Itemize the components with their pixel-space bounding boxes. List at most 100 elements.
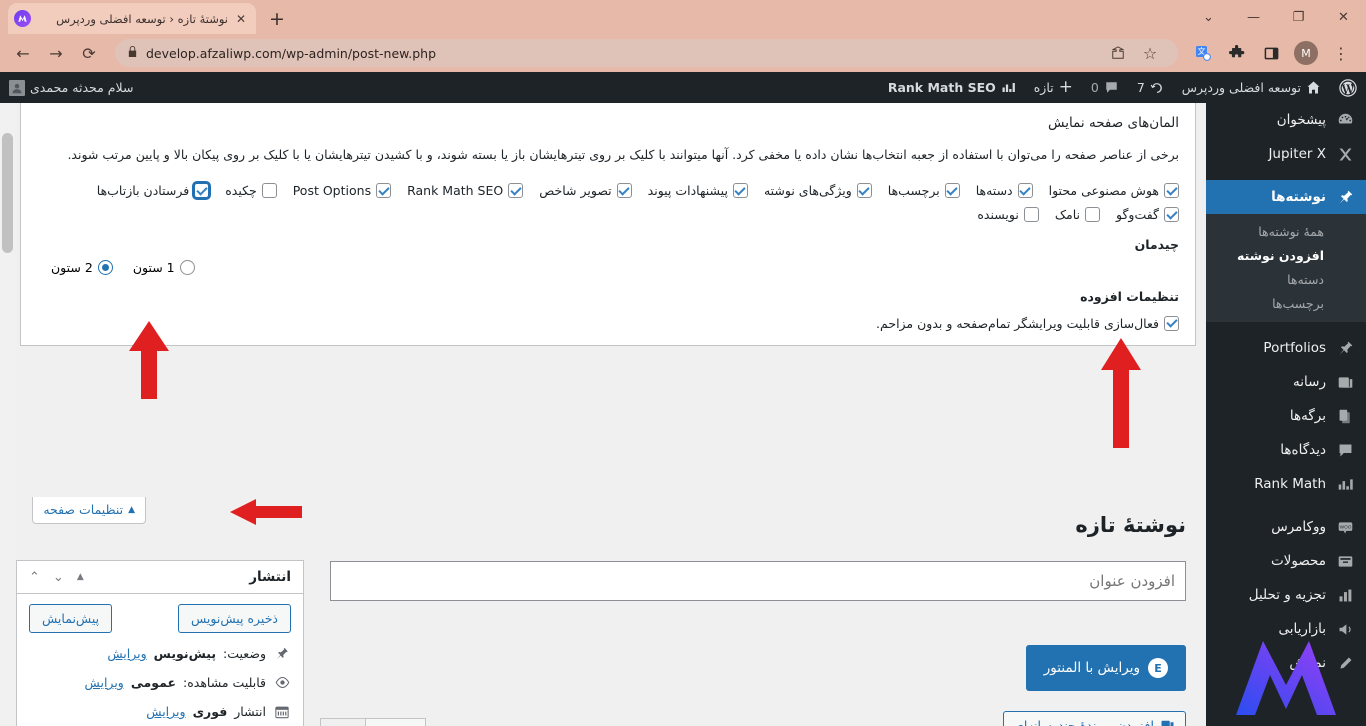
forward-icon[interactable]: → [41,38,71,68]
screen-option-1-label[interactable]: دسته‌ها [976,183,1033,198]
screen-option-5-label[interactable]: تصویر شاخص [539,183,632,198]
back-icon[interactable]: ← [8,38,38,68]
layout-option-1[interactable]: 2 ستون [51,260,113,275]
submenu-item-all-posts[interactable]: همهٔ نوشته‌ها [1206,220,1366,244]
maximize-window-button[interactable]: ❐ [1276,0,1321,34]
screen-option-9-checkbox[interactable] [194,183,210,198]
address-bar[interactable]: develop.afzaliwp.com/wp-admin/post-new.p… [115,39,1178,67]
sidebar-item-dashboard[interactable]: پیشخوان [1206,103,1366,137]
sidebar-item-appearance[interactable]: نمایش [1206,646,1366,680]
site-name-menu[interactable]: توسعه افضلی وردپرس [1173,72,1330,103]
move-up-icon[interactable]: ▲ [77,572,84,582]
sidebar-item-jupiter-x[interactable]: Jupiter X [1206,137,1366,171]
sidebar-item-woocommerce[interactable]: WOO ووکامرس [1206,510,1366,544]
edit-status-link[interactable]: ویرایش [107,646,146,661]
wordpress-logo-menu[interactable] [1330,72,1366,103]
post-status-value: پیش‌نویس [153,646,217,661]
edit-schedule-link[interactable]: ویرایش [146,704,185,719]
submenu-item-tags[interactable]: برچسب‌ها [1206,292,1366,316]
screen-option-b-2-label[interactable]: نویسنده [977,207,1039,222]
screen-option-1-checkbox[interactable] [1017,183,1033,198]
screen-option-b-0-label[interactable]: گفت‌وگو [1116,207,1179,222]
screen-option-b-0-checkbox[interactable] [1164,207,1179,222]
woocommerce-icon: WOO [1335,517,1355,537]
new-content-menu[interactable]: + تازه [1025,72,1082,103]
translate-icon[interactable]: 文 [1188,38,1218,68]
screen-option-4-checkbox[interactable] [732,183,748,198]
sidebar-item-rank-math[interactable]: Rank Math [1206,467,1366,501]
tab-visual-editor[interactable]: دیداری [364,718,426,726]
tab-search-chevron-icon[interactable]: ⌄ [1186,0,1231,34]
sidebar-item-media[interactable]: رسانه [1206,365,1366,399]
screen-option-b-1-label[interactable]: نامک [1055,207,1100,222]
tab-text-editor[interactable]: متن [320,718,366,726]
sidebar-item-comments[interactable]: دیدگاه‌ها [1206,433,1366,467]
layout-option-0[interactable]: 1 ستون [133,260,195,275]
bookmark-star-icon[interactable]: ☆ [1135,38,1165,68]
screen-option-4-label[interactable]: پیشنهادات پیوند [648,183,748,198]
toggle-panel-icon[interactable]: ⌃ [29,570,40,585]
browser-tab-title: نوشتهٔ تازه ‹ توسعه افضلی وردپرس [56,11,228,26]
sidebar-item-analytics[interactable]: تجزیه و تحلیل [1206,578,1366,612]
edit-with-elementor-button[interactable]: E ویرایش با المنتور [1025,645,1186,691]
reload-icon[interactable]: ⟳ [74,38,104,68]
screen-option-0-label[interactable]: هوش مصنوعی محتوا [1049,183,1179,198]
submenu-item-categories[interactable]: دسته‌ها [1206,268,1366,292]
layout-radio-1[interactable] [97,260,113,275]
screen-option-6-label[interactable]: Rank Math SEO [407,183,524,198]
comment-bubble-icon [1106,82,1117,93]
move-down-icon[interactable]: ⌄ [53,570,64,585]
new-tab-button[interactable]: + [264,6,290,32]
screen-options-boxes-row-1: هوش مصنوعی محتوا دسته‌ها برچسب‌ها ویژگی‌های… [37,183,1179,207]
screen-option-9-label[interactable]: فرستادن بازتاب‌ها [96,183,210,198]
rank-math-menu[interactable]: Rank Math SEO [879,72,1025,103]
screen-option-b-1-checkbox[interactable] [1085,207,1100,222]
submenu-item-add-post[interactable]: افزودن نوشته [1206,244,1366,268]
comments-menu[interactable]: 0 [1082,72,1128,103]
minimize-window-button[interactable]: — [1231,0,1276,34]
screen-option-6-checkbox[interactable] [508,183,524,198]
screen-option-8-checkbox[interactable] [261,183,277,198]
preview-button[interactable]: پیش‌نمایش [29,604,113,633]
close-tab-icon[interactable]: ✕ [232,10,250,28]
rankmath-icon [1002,83,1015,92]
screen-option-5-checkbox[interactable] [616,183,632,198]
screen-option-b-2-checkbox[interactable] [1023,207,1039,222]
browser-menu-icon[interactable]: ⋮ [1326,38,1356,68]
side-panel-icon[interactable] [1256,38,1286,68]
extensions-puzzle-icon[interactable] [1222,38,1252,68]
admin-bar-left-group: سلام محدثه محمدی [0,72,142,103]
screen-option-2-label[interactable]: برچسب‌ها [888,183,960,198]
screen-option-3-checkbox[interactable] [856,183,872,198]
sidebar-item-portfolios[interactable]: Portfolios [1206,331,1366,365]
screen-option-8-label[interactable]: چکیده [225,183,277,198]
add-media-button[interactable]: افزودن پروندهٔ چندرسانه‌ای [1003,711,1186,726]
close-window-button[interactable]: ✕ [1321,0,1366,34]
sidebar-item-marketing[interactable]: بازاریابی [1206,612,1366,646]
sidebar-item-posts[interactable]: نوشته‌ها [1206,180,1366,214]
save-draft-button[interactable]: ذخیره پیش‌نویس [177,604,291,633]
share-icon[interactable] [1103,38,1133,68]
sidebar-item-pages[interactable]: برگه‌ها [1206,399,1366,433]
distraction-free-checkbox[interactable] [1164,315,1179,331]
screen-option-7-checkbox[interactable] [376,183,392,198]
my-account-menu[interactable]: سلام محدثه محمدی [0,72,142,103]
browser-tab[interactable]: نوشتهٔ تازه ‹ توسعه افضلی وردپرس ✕ [8,3,256,34]
screen-options-panel: المان‌های صفحه نمایش برخی از عناصر صفحه … [20,103,1196,346]
layout-radio-0[interactable] [179,260,195,275]
screen-option-7-label[interactable]: Post Options [293,183,392,198]
scrollbar-thumb[interactable] [2,133,13,253]
updates-menu[interactable]: 7 [1128,72,1173,103]
page-scrollbar[interactable] [0,103,15,726]
screen-option-0-checkbox[interactable] [1164,183,1179,198]
screen-options-tab-button[interactable]: ▲ تنظیمات صفحه [32,497,146,524]
sidebar-item-products[interactable]: محصولات [1206,544,1366,578]
edit-visibility-link[interactable]: ویرایش [85,675,124,690]
screen-option-3-label[interactable]: ویژگی‌های نوشته [764,183,872,198]
profile-avatar[interactable]: M [1294,41,1318,65]
screen-option-2-checkbox[interactable] [944,183,960,198]
screen-option-9-text: فرستادن بازتاب‌ها [96,183,190,198]
post-title-input[interactable] [330,561,1186,601]
distraction-free-checkbox-label[interactable]: فعال‌سازی قابلیت ویرایشگر تمام‌صفحه و بد… [876,315,1179,331]
dashboard-icon [1335,110,1355,130]
